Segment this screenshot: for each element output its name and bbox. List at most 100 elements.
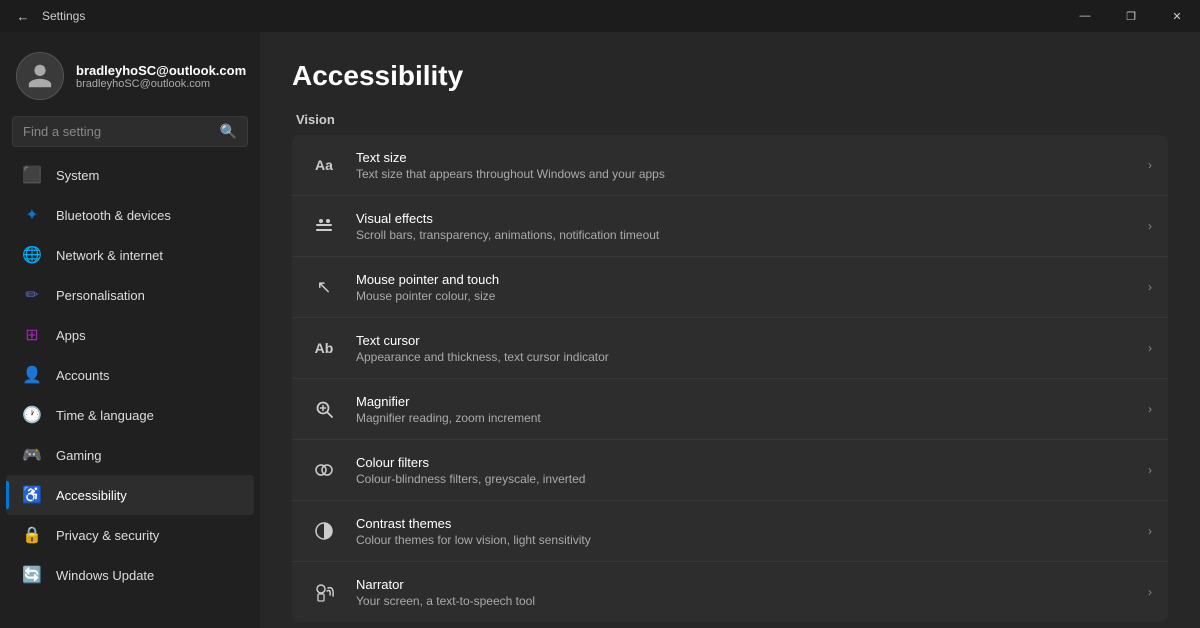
- narrator-chevron-icon: ›: [1148, 585, 1152, 599]
- minimize-button[interactable]: —: [1062, 0, 1108, 32]
- narrator-icon: [308, 576, 340, 608]
- settings-item-mouse-pointer[interactable]: ↖ Mouse pointer and touch Mouse pointer …: [292, 257, 1168, 318]
- settings-item-contrast-themes-text: Contrast themes Colour themes for low vi…: [356, 516, 1132, 547]
- settings-item-text-cursor-title: Text cursor: [356, 333, 1132, 348]
- settings-item-colour-filters-text: Colour filters Colour-blindness filters,…: [356, 455, 1132, 486]
- accounts-icon: 👤: [22, 365, 42, 385]
- settings-item-text-size-desc: Text size that appears throughout Window…: [356, 167, 1132, 181]
- network-icon: 🌐: [22, 245, 42, 265]
- settings-item-text-cursor-text: Text cursor Appearance and thickness, te…: [356, 333, 1132, 364]
- main-content: Accessibility Vision Aa Text size Text s…: [260, 32, 1200, 628]
- settings-item-visual-effects-text: Visual effects Scroll bars, transparency…: [356, 211, 1132, 242]
- nav-label-personalisation: Personalisation: [56, 288, 145, 303]
- nav-item-windows-update[interactable]: 🔄 Windows Update: [6, 555, 254, 595]
- settings-item-narrator-title: Narrator: [356, 577, 1132, 592]
- nav-label-apps: Apps: [56, 328, 86, 343]
- user-profile[interactable]: bradleyhoSC@outlook.com bradleyhoSC@outl…: [0, 40, 260, 116]
- visual-effects-icon: [308, 210, 340, 242]
- nav-item-accessibility[interactable]: ♿ Accessibility: [6, 475, 254, 515]
- user-email: bradleyhoSC@outlook.com: [76, 78, 246, 90]
- user-info: bradleyhoSC@outlook.com bradleyhoSC@outl…: [76, 63, 246, 90]
- window-controls: — ❐ ✕: [1062, 0, 1200, 32]
- settings-group-vision: Aa Text size Text size that appears thro…: [292, 135, 1168, 622]
- close-button[interactable]: ✕: [1154, 0, 1200, 32]
- settings-item-contrast-themes[interactable]: Contrast themes Colour themes for low vi…: [292, 501, 1168, 562]
- page-title: Accessibility: [292, 60, 1168, 92]
- nav-label-accounts: Accounts: [56, 368, 109, 383]
- settings-item-text-cursor-desc: Appearance and thickness, text cursor in…: [356, 350, 1132, 364]
- nav-label-gaming: Gaming: [56, 448, 102, 463]
- nav-item-accounts[interactable]: 👤 Accounts: [6, 355, 254, 395]
- nav-item-gaming[interactable]: 🎮 Gaming: [6, 435, 254, 475]
- settings-item-mouse-pointer-desc: Mouse pointer colour, size: [356, 289, 1132, 303]
- sidebar: bradleyhoSC@outlook.com bradleyhoSC@outl…: [0, 32, 260, 628]
- settings-item-contrast-themes-title: Contrast themes: [356, 516, 1132, 531]
- settings-item-mouse-pointer-title: Mouse pointer and touch: [356, 272, 1132, 287]
- nav-label-privacy: Privacy & security: [56, 528, 159, 543]
- settings-item-visual-effects-title: Visual effects: [356, 211, 1132, 226]
- titlebar: ← Settings — ❐ ✕: [0, 0, 1200, 32]
- contrast-themes-icon: [308, 515, 340, 547]
- system-icon: ⬛: [22, 165, 42, 185]
- settings-item-colour-filters[interactable]: Colour filters Colour-blindness filters,…: [292, 440, 1168, 501]
- text-size-chevron-icon: ›: [1148, 158, 1152, 172]
- search-icon: 🔍: [220, 123, 237, 140]
- search-input[interactable]: [23, 124, 212, 139]
- settings-item-visual-effects-desc: Scroll bars, transparency, animations, n…: [356, 228, 1132, 242]
- app-title: Settings: [42, 9, 85, 23]
- settings-item-text-size[interactable]: Aa Text size Text size that appears thro…: [292, 135, 1168, 196]
- privacy-icon: 🔒: [22, 525, 42, 545]
- magnifier-icon: [308, 393, 340, 425]
- section-vision-header: Vision: [292, 112, 1168, 127]
- nav-item-network[interactable]: 🌐 Network & internet: [6, 235, 254, 275]
- bluetooth-icon: ✦: [22, 205, 42, 225]
- nav-item-apps[interactable]: ⊞ Apps: [6, 315, 254, 355]
- avatar: [16, 52, 64, 100]
- colour-filters-chevron-icon: ›: [1148, 463, 1152, 477]
- nav-label-time: Time & language: [56, 408, 154, 423]
- accessibility-icon: ♿: [22, 485, 42, 505]
- settings-item-narrator[interactable]: Narrator Your screen, a text-to-speech t…: [292, 562, 1168, 622]
- gaming-icon: 🎮: [22, 445, 42, 465]
- nav-label-accessibility: Accessibility: [56, 488, 127, 503]
- nav-label-network: Network & internet: [56, 248, 163, 263]
- text-size-icon: Aa: [308, 149, 340, 181]
- text-cursor-icon: Ab: [308, 332, 340, 364]
- nav-item-time[interactable]: 🕐 Time & language: [6, 395, 254, 435]
- settings-item-magnifier-desc: Magnifier reading, zoom increment: [356, 411, 1132, 425]
- mouse-pointer-icon: ↖: [308, 271, 340, 303]
- visual-effects-chevron-icon: ›: [1148, 219, 1152, 233]
- settings-item-colour-filters-title: Colour filters: [356, 455, 1132, 470]
- settings-item-magnifier-text: Magnifier Magnifier reading, zoom increm…: [356, 394, 1132, 425]
- nav-label-system: System: [56, 168, 99, 183]
- nav-item-bluetooth[interactable]: ✦ Bluetooth & devices: [6, 195, 254, 235]
- back-button[interactable]: ←: [12, 5, 34, 27]
- settings-item-narrator-desc: Your screen, a text-to-speech tool: [356, 594, 1132, 608]
- nav-item-personalisation[interactable]: ✏ Personalisation: [6, 275, 254, 315]
- nav-label-windows-update: Windows Update: [56, 568, 154, 583]
- search-box[interactable]: 🔍: [12, 116, 248, 147]
- nav-item-privacy[interactable]: 🔒 Privacy & security: [6, 515, 254, 555]
- settings-item-text-cursor[interactable]: Ab Text cursor Appearance and thickness,…: [292, 318, 1168, 379]
- settings-item-mouse-pointer-text: Mouse pointer and touch Mouse pointer co…: [356, 272, 1132, 303]
- user-avatar-icon: [26, 62, 54, 90]
- mouse-pointer-chevron-icon: ›: [1148, 280, 1152, 294]
- settings-item-magnifier[interactable]: Magnifier Magnifier reading, zoom increm…: [292, 379, 1168, 440]
- settings-item-colour-filters-desc: Colour-blindness filters, greyscale, inv…: [356, 472, 1132, 486]
- nav-label-bluetooth: Bluetooth & devices: [56, 208, 171, 223]
- settings-item-text-size-text: Text size Text size that appears through…: [356, 150, 1132, 181]
- user-name: bradleyhoSC@outlook.com: [76, 63, 246, 78]
- settings-item-magnifier-title: Magnifier: [356, 394, 1132, 409]
- titlebar-left: ← Settings: [12, 5, 85, 27]
- settings-item-contrast-themes-desc: Colour themes for low vision, light sens…: [356, 533, 1132, 547]
- contrast-themes-chevron-icon: ›: [1148, 524, 1152, 538]
- personalisation-icon: ✏: [22, 285, 42, 305]
- settings-item-visual-effects[interactable]: Visual effects Scroll bars, transparency…: [292, 196, 1168, 257]
- time-icon: 🕐: [22, 405, 42, 425]
- text-cursor-chevron-icon: ›: [1148, 341, 1152, 355]
- nav-item-system[interactable]: ⬛ System: [6, 155, 254, 195]
- settings-item-text-size-title: Text size: [356, 150, 1132, 165]
- maximize-button[interactable]: ❐: [1108, 0, 1154, 32]
- settings-item-narrator-text: Narrator Your screen, a text-to-speech t…: [356, 577, 1132, 608]
- magnifier-chevron-icon: ›: [1148, 402, 1152, 416]
